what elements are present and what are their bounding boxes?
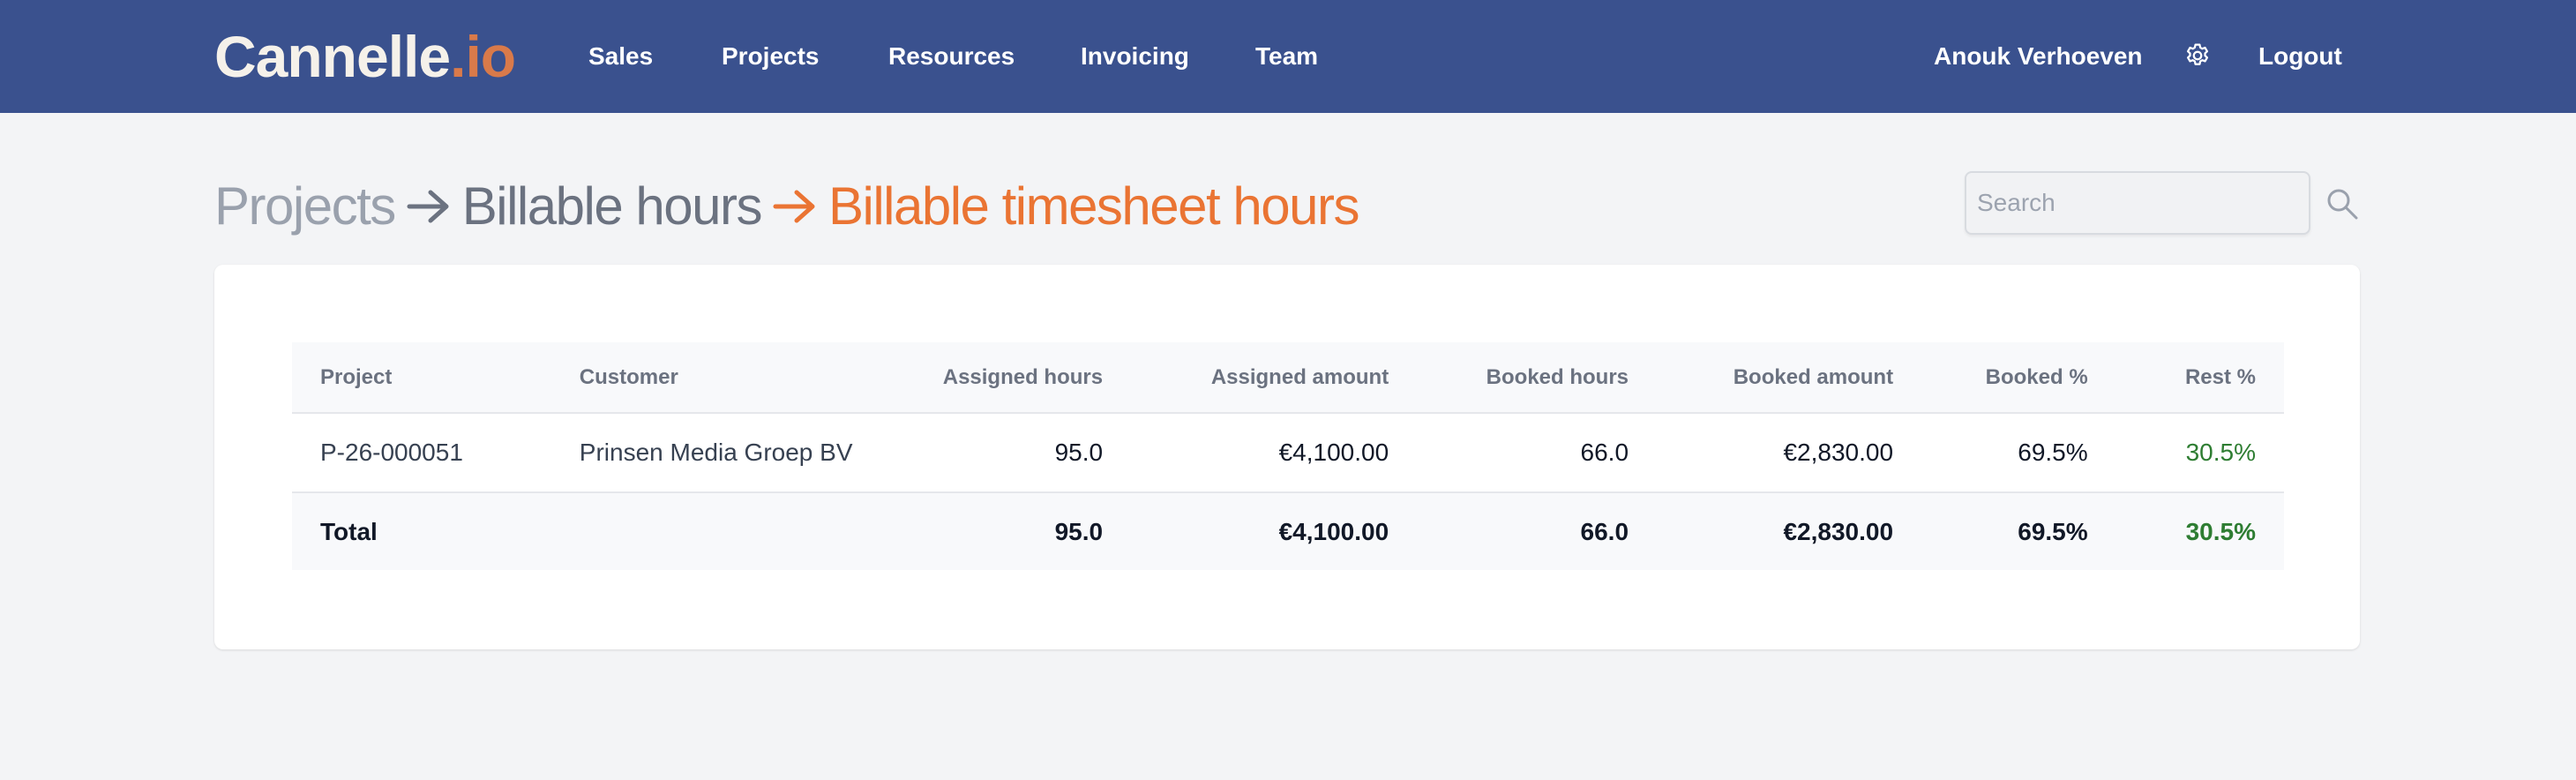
timesheet-card: Project Customer Assigned hours Assigned… — [214, 265, 2360, 649]
cell-assigned-amount: €4,100.00 — [1131, 413, 1418, 493]
user-name[interactable]: Anouk Verhoeven — [1934, 39, 2143, 74]
breadcrumb-item-projects[interactable]: Projects — [214, 171, 396, 242]
gear-icon[interactable] — [2183, 41, 2213, 71]
nav-item-invoicing[interactable]: Invoicing — [1081, 39, 1189, 74]
column-header-project[interactable]: Project — [292, 342, 551, 414]
column-header-assigned-amount[interactable]: Assigned amount — [1131, 342, 1418, 414]
cell-booked-amount: €2,830.00 — [1657, 413, 1922, 493]
table-total-row: Total 95.0 €4,100.00 66.0 €2,830.00 69.5… — [292, 492, 2284, 570]
column-header-assigned-hours[interactable]: Assigned hours — [895, 342, 1132, 414]
logout-button[interactable]: Logout — [2258, 39, 2342, 74]
search-icon[interactable] — [2325, 187, 2359, 221]
cell-rest-percent: 30.5% — [2115, 413, 2284, 493]
breadcrumb: Projects Billable hours Billable timeshe… — [214, 171, 1359, 242]
column-header-booked-amount[interactable]: Booked amount — [1657, 342, 1922, 414]
cell-project[interactable]: P-26-000051 — [292, 413, 551, 493]
cell-customer: Prinsen Media Groep BV — [550, 413, 896, 493]
arrow-right-icon — [407, 190, 449, 223]
total-booked-amount: €2,830.00 — [1657, 492, 1922, 570]
nav-item-sales[interactable]: Sales — [588, 39, 653, 74]
logo-dot: . — [450, 24, 466, 89]
breadcrumb-item-current: Billable timesheet hours — [827, 176, 1360, 236]
nav-item-resources[interactable]: Resources — [888, 39, 1015, 74]
total-assigned-amount: €4,100.00 — [1131, 492, 1418, 570]
column-header-rest-percent[interactable]: Rest % — [2115, 342, 2284, 414]
table-row[interactable]: P-26-000051 Prinsen Media Groep BV 95.0 … — [292, 413, 2284, 493]
total-rest-percent: 30.5% — [2115, 492, 2284, 570]
total-label: Total — [292, 492, 551, 570]
total-customer — [550, 492, 896, 570]
billable-hours-table: Project Customer Assigned hours Assigned… — [292, 342, 2284, 570]
column-header-booked-hours[interactable]: Booked hours — [1417, 342, 1658, 414]
cell-assigned-hours: 95.0 — [895, 413, 1132, 493]
arrow-right-icon — [773, 190, 815, 223]
column-header-booked-percent[interactable]: Booked % — [1921, 342, 2116, 414]
nav-item-team[interactable]: Team — [1255, 39, 1318, 74]
cell-booked-hours: 66.0 — [1417, 413, 1658, 493]
table-header-row: Project Customer Assigned hours Assigned… — [292, 342, 2284, 414]
cell-booked-percent: 69.5% — [1921, 413, 2116, 493]
breadcrumb-item-billable-hours[interactable]: Billable hours — [462, 171, 763, 242]
total-booked-percent: 69.5% — [1921, 492, 2116, 570]
nav-item-projects[interactable]: Projects — [722, 39, 820, 74]
search-input[interactable] — [1965, 171, 2310, 235]
total-booked-hours: 66.0 — [1417, 492, 1658, 570]
column-header-customer[interactable]: Customer — [550, 342, 896, 414]
total-assigned-hours: 95.0 — [895, 492, 1132, 570]
logo-name: Cannelle — [214, 24, 451, 89]
top-navigation-bar: Cannelle.io Sales Projects Resources Inv… — [0, 0, 2576, 113]
app-logo[interactable]: Cannelle.io — [214, 21, 516, 92]
logo-tld: io — [465, 24, 516, 89]
